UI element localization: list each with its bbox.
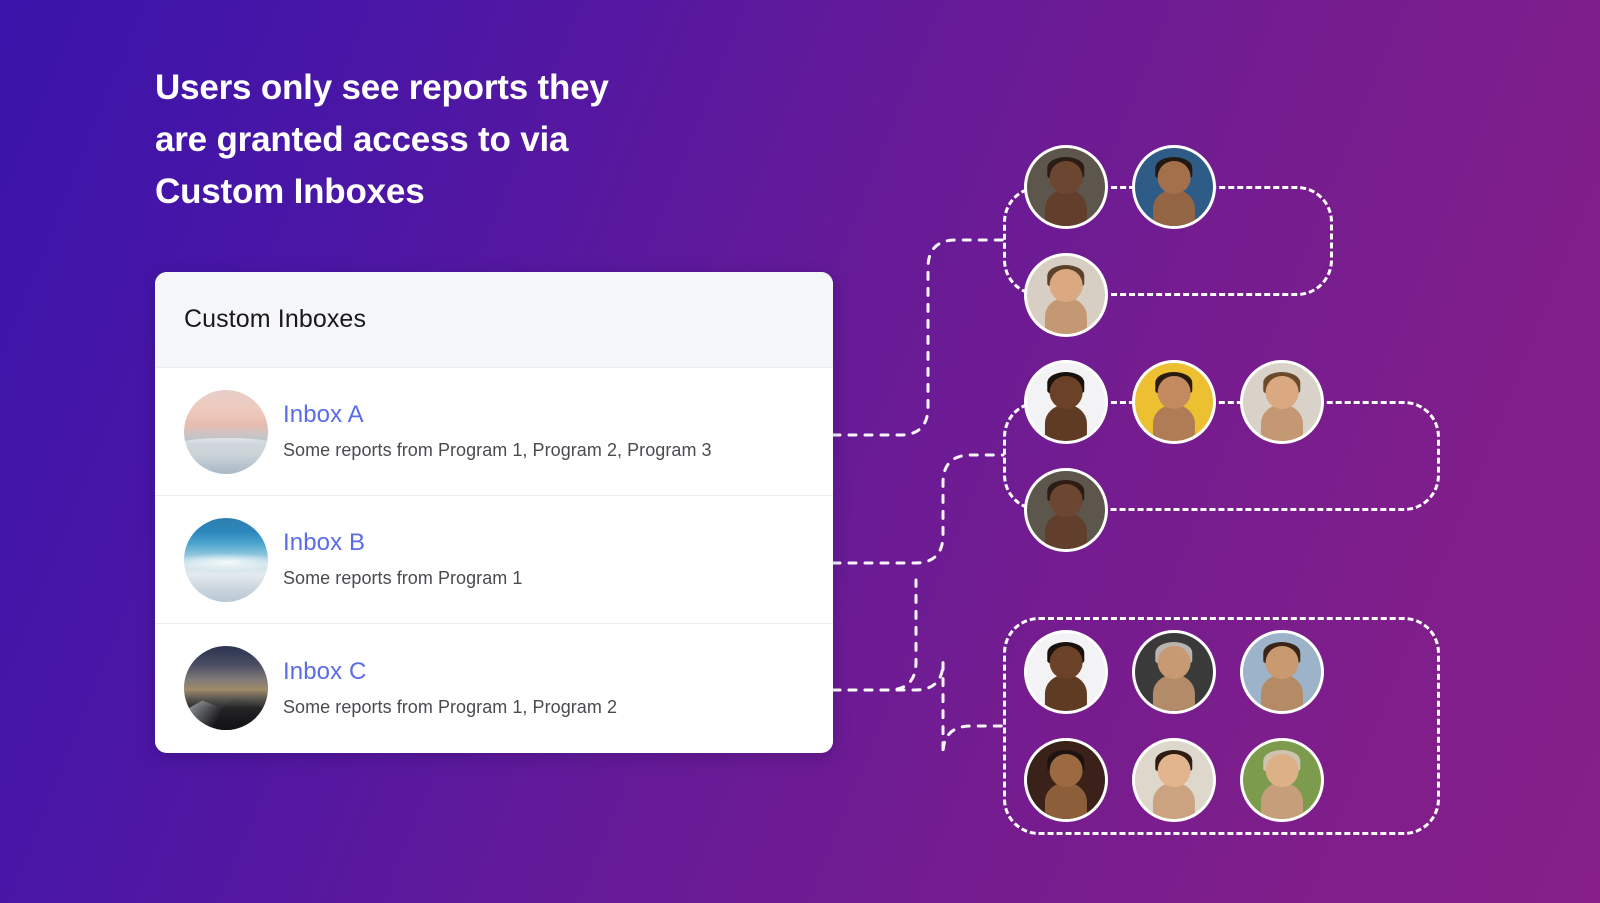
connector-inbox-b [831, 453, 1005, 565]
inbox-c-link[interactable]: Inbox C [283, 658, 617, 686]
connector-inbox-c-branch [831, 578, 918, 692]
connector-inbox-c [831, 661, 1005, 755]
avatar-shoulders [1044, 675, 1088, 711]
man-plaid-shirt-market-avatar [1240, 630, 1324, 714]
card-header: Custom Inboxes [155, 272, 833, 368]
custom-inboxes-card: Custom Inboxes Inbox A Some reports from… [155, 272, 833, 753]
avatar-shoulders [1260, 405, 1304, 441]
avatar-shoulders [1044, 298, 1088, 334]
avatar-head [1265, 376, 1299, 409]
inbox-b-thumbnail-icon [184, 517, 268, 602]
avatar-head [1265, 646, 1299, 679]
smiling-man-denim-shirt-avatar [1024, 253, 1108, 337]
avatar-head [1049, 269, 1083, 302]
inbox-b-text: Inbox B Some reports from Program 1 [283, 529, 522, 589]
inbox-b-link[interactable]: Inbox B [283, 529, 522, 557]
avatar-shoulders [1044, 190, 1088, 226]
inbox-c-text: Inbox C Some reports from Program 1, Pro… [283, 658, 617, 718]
inbox-row-a[interactable]: Inbox A Some reports from Program 1, Pro… [155, 368, 833, 496]
avatar-head [1049, 376, 1083, 409]
headline-line-2: are granted access to via [155, 120, 569, 159]
avatar-head [1157, 161, 1191, 194]
headline-line-3: Custom Inboxes [155, 172, 425, 211]
man-pink-shirt-glasses-avatar [1024, 738, 1108, 822]
inbox-a-text: Inbox A Some reports from Program 1, Pro… [283, 401, 712, 461]
inbox-c-thumbnail-icon [184, 646, 268, 730]
woman-in-hijab-avatar [1240, 738, 1324, 822]
avatar-shoulders [1260, 783, 1304, 819]
avatar-shoulders [1044, 405, 1088, 441]
user-group-inbox-b [1003, 360, 1440, 552]
smiling-man-office-avatar [1240, 360, 1324, 444]
avatar-shoulders [1152, 405, 1196, 441]
avatar-head [1265, 754, 1299, 787]
inbox-row-c[interactable]: Inbox C Some reports from Program 1, Pro… [155, 624, 833, 752]
avatar-head [1157, 646, 1191, 679]
inbox-c-description: Some reports from Program 1, Program 2 [283, 696, 618, 717]
smiling-woman-dark-blazer-avatar [1132, 738, 1216, 822]
smiling-woman-yellow-background-avatar [1132, 360, 1216, 444]
man-light-blue-shirt-avatar [1024, 360, 1108, 444]
avatar-head [1049, 646, 1083, 679]
avatar-head [1049, 754, 1083, 787]
older-man-grey-beard-avatar [1132, 630, 1216, 714]
user-group-inbox-c [1003, 617, 1440, 835]
card-title: Custom Inboxes [184, 305, 367, 333]
avatar-head [1157, 754, 1191, 787]
bald-bearded-man-avatar [1024, 468, 1108, 552]
connector-inbox-a [831, 238, 1005, 437]
avatar-shoulders [1044, 513, 1088, 549]
man-light-blue-shirt-avatar [1024, 630, 1108, 714]
infographic-canvas: Users only see reports they are granted … [0, 0, 1600, 903]
avatar-head [1049, 484, 1083, 517]
bald-bearded-man-avatar [1024, 145, 1108, 229]
inbox-row-b[interactable]: Inbox B Some reports from Program 1 [155, 496, 833, 624]
inbox-a-link[interactable]: Inbox A [283, 401, 712, 429]
avatar-head [1049, 161, 1083, 194]
avatar-head [1157, 376, 1191, 409]
avatar-shoulders [1260, 675, 1304, 711]
user-group-inbox-a [1003, 145, 1333, 337]
avatar-shoulders [1044, 783, 1088, 819]
inbox-a-description: Some reports from Program 1, Program 2, … [283, 440, 712, 460]
avatar-shoulders [1152, 190, 1196, 226]
inbox-b-description: Some reports from Program 1 [283, 568, 523, 588]
man-with-glasses-avatar [1132, 145, 1216, 229]
inbox-a-thumbnail-icon [184, 389, 268, 474]
page-title: Users only see reports they are granted … [155, 62, 775, 218]
headline-line-1: Users only see reports they [155, 68, 609, 107]
avatar-shoulders [1152, 675, 1196, 711]
avatar-shoulders [1152, 783, 1196, 819]
